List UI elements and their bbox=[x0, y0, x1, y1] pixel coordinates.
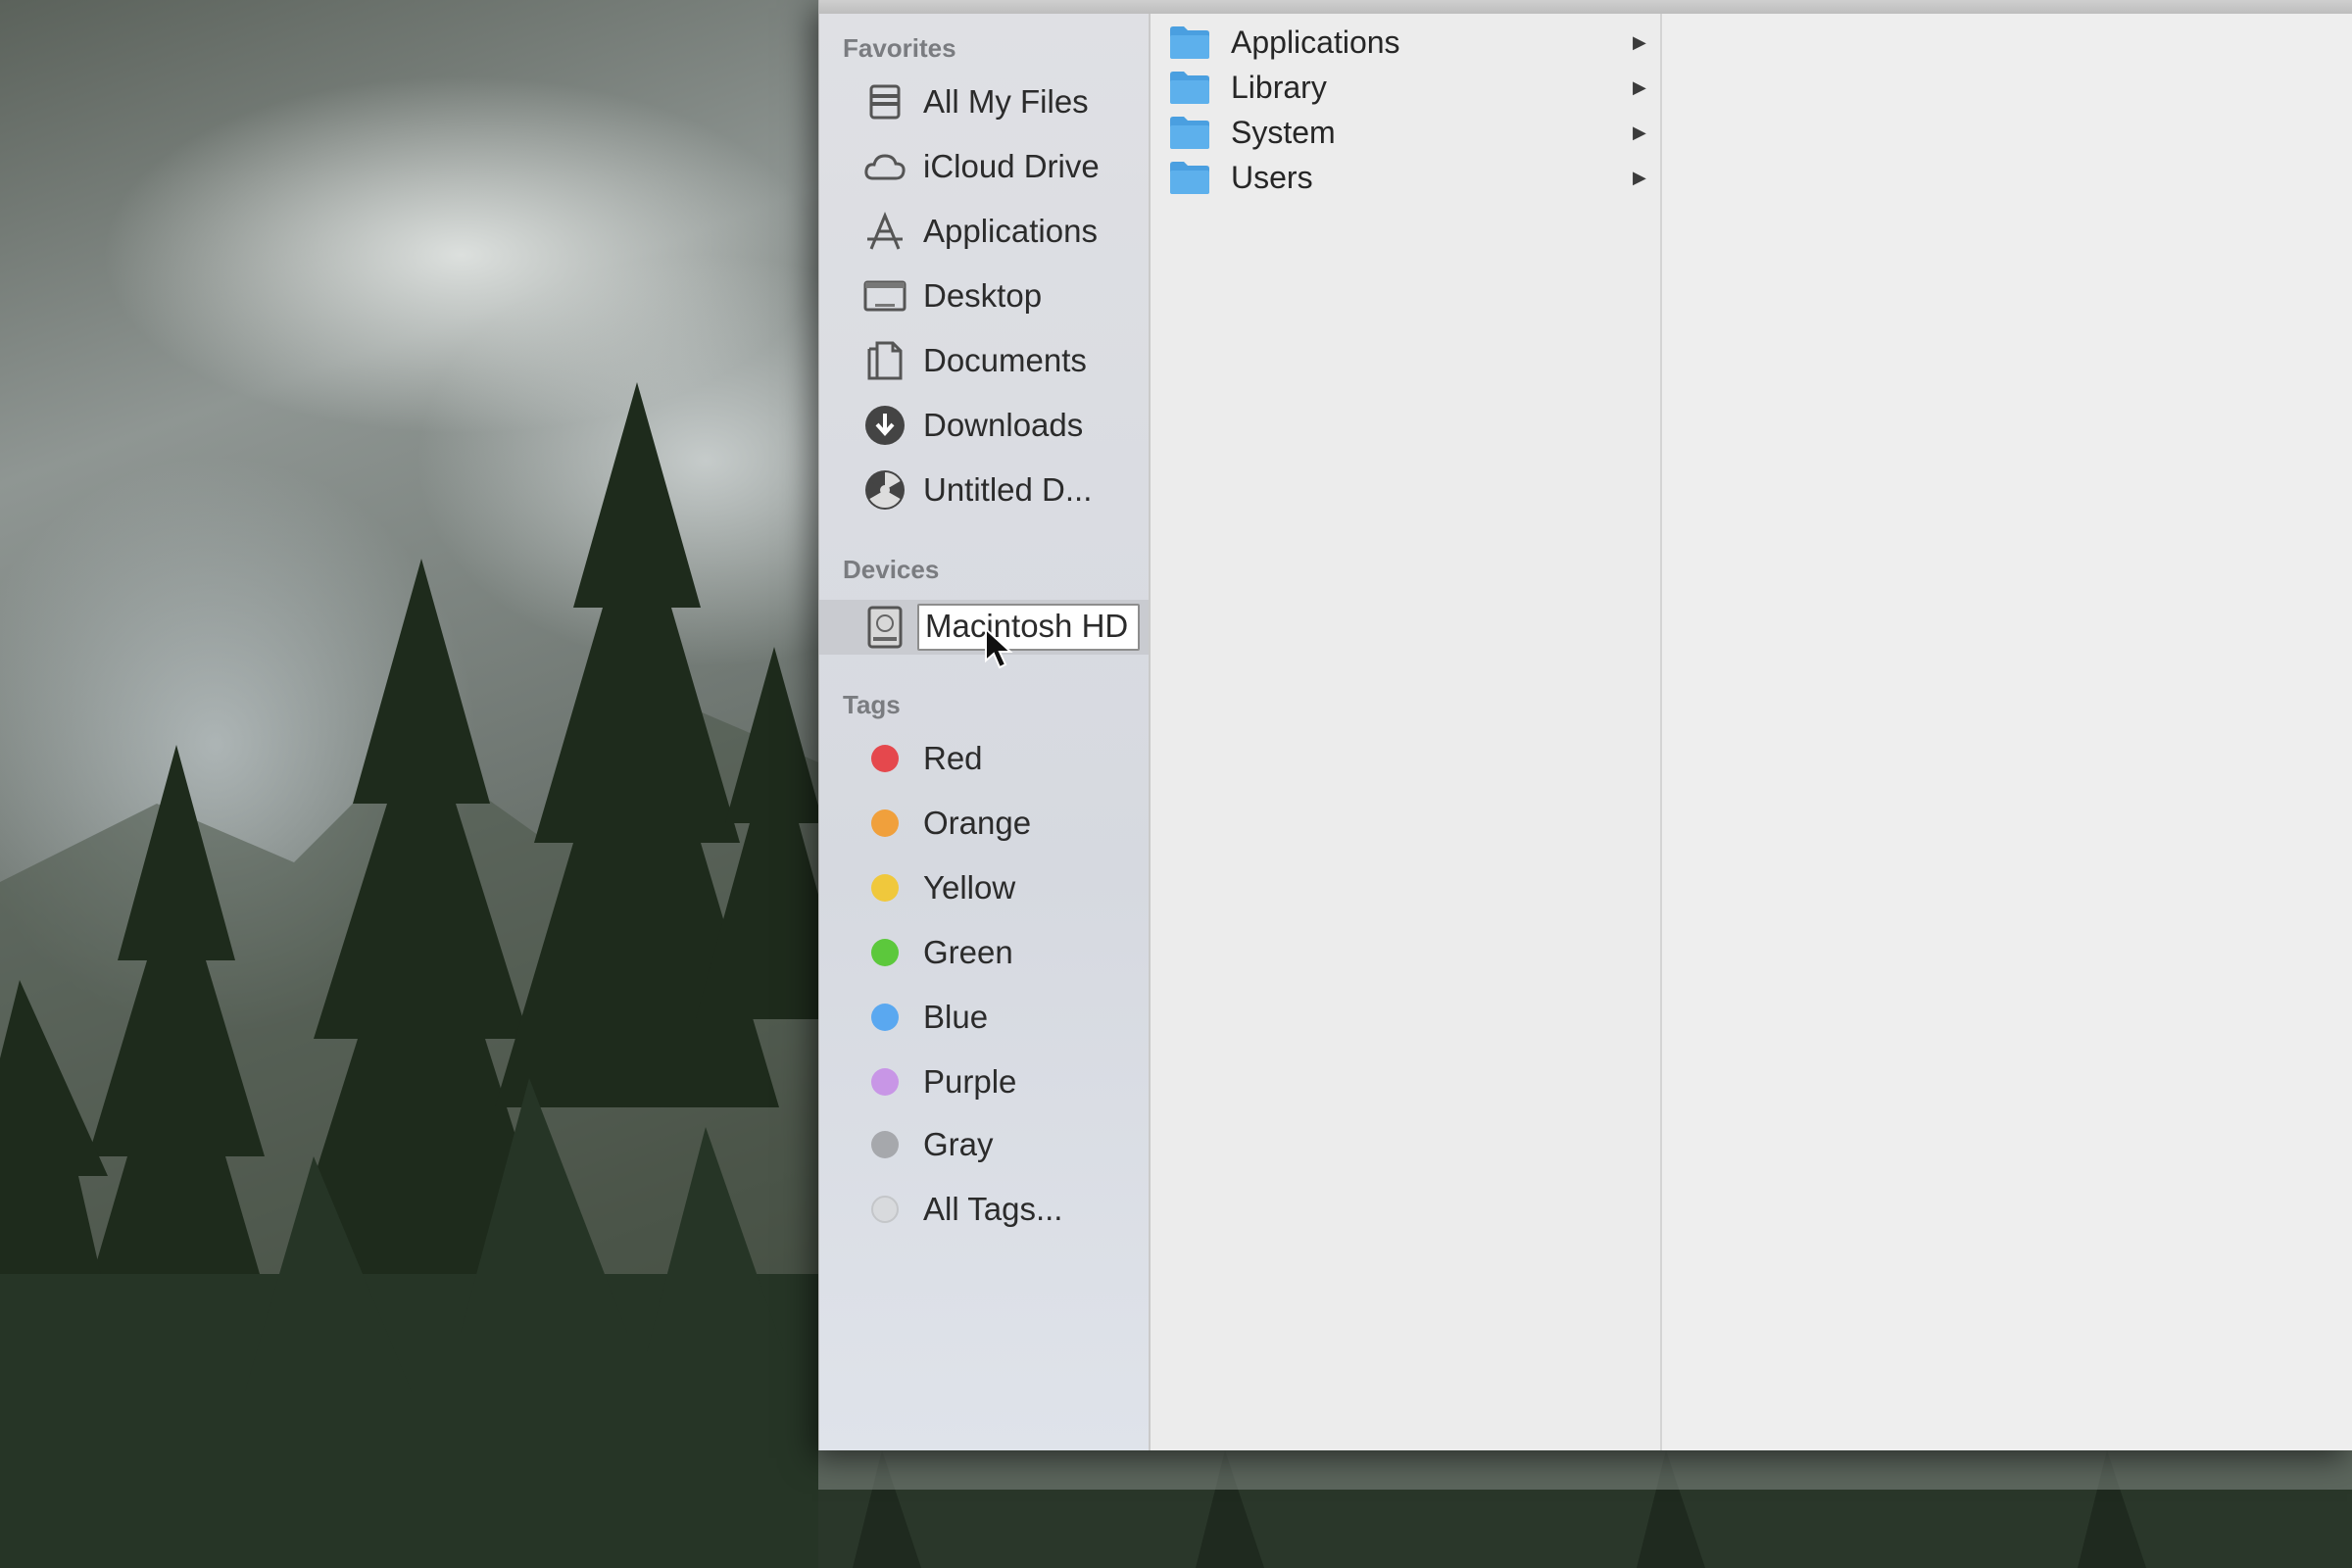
chevron-right-icon: ▶ bbox=[1633, 122, 1646, 142]
sidebar-item-tag-purple[interactable]: Purple bbox=[819, 1054, 1149, 1109]
chevron-right-icon: ▶ bbox=[1633, 167, 1646, 187]
sidebar-item-desktop[interactable]: Desktop bbox=[819, 269, 1149, 323]
sidebar-item-label: Untitled D... bbox=[923, 471, 1093, 508]
finder-window: Favorites All My Files iCloud Drive Appl… bbox=[818, 0, 2352, 1450]
tag-blue-dot-icon bbox=[871, 1004, 899, 1031]
sidebar-item-label: Downloads bbox=[923, 407, 1084, 443]
sidebar-item-label: Red bbox=[923, 740, 983, 776]
sidebar-item-tag-blue[interactable]: Blue bbox=[819, 990, 1149, 1045]
disk-image-icon bbox=[862, 467, 907, 513]
sidebar-item-label[interactable]: Macintosh HD bbox=[917, 604, 1141, 651]
sidebar-item-label: Yellow bbox=[923, 869, 1016, 906]
column-empty[interactable] bbox=[1662, 14, 2352, 1450]
hard-drive-icon bbox=[862, 605, 907, 650]
sidebar-item-label: All Tags... bbox=[923, 1191, 1063, 1227]
item-name: Users bbox=[1231, 159, 1313, 195]
tag-gray-dot-icon bbox=[871, 1131, 899, 1158]
sidebar-item-tag-orange[interactable]: Orange bbox=[819, 796, 1149, 851]
sidebar-item-tag-red[interactable]: Red bbox=[819, 731, 1149, 786]
item-name: Applications bbox=[1231, 24, 1400, 60]
tag-yellow-dot-icon bbox=[871, 874, 899, 902]
sidebar-item-documents[interactable]: Documents bbox=[819, 333, 1149, 388]
tag-purple-dot-icon bbox=[871, 1068, 899, 1096]
sidebar-item-label: Blue bbox=[923, 999, 989, 1035]
favorites-header: Favorites bbox=[843, 33, 956, 63]
sidebar-item-label: Orange bbox=[923, 805, 1032, 841]
sidebar-item-downloads[interactable]: Downloads bbox=[819, 398, 1149, 453]
sidebar-item-label: Gray bbox=[923, 1126, 994, 1162]
list-item[interactable]: Users ▶ bbox=[1151, 155, 1660, 200]
window-titlebar[interactable] bbox=[819, 0, 2352, 15]
sidebar-item-all-tags[interactable]: All Tags... bbox=[819, 1182, 1149, 1237]
sidebar: Favorites All My Files iCloud Drive Appl… bbox=[819, 14, 1151, 1450]
mouse-pointer-icon bbox=[984, 626, 1013, 675]
sidebar-item-applications[interactable]: Applications bbox=[819, 204, 1149, 259]
folder-icon bbox=[1168, 24, 1211, 66]
sidebar-item-all-my-files[interactable]: All My Files bbox=[819, 74, 1149, 129]
all-my-files-icon bbox=[862, 79, 907, 124]
column-root: Applications ▶ Library ▶ System ▶ Users … bbox=[1151, 14, 1662, 1450]
chevron-right-icon: ▶ bbox=[1633, 31, 1646, 52]
sidebar-item-label: Desktop bbox=[923, 277, 1043, 314]
sidebar-item-label: All My Files bbox=[923, 83, 1089, 120]
sidebar-item-label: Applications bbox=[923, 213, 1098, 249]
documents-icon bbox=[862, 338, 907, 383]
sidebar-item-label: Documents bbox=[923, 342, 1087, 378]
tag-orange-dot-icon bbox=[871, 809, 899, 837]
sidebar-item-tag-green[interactable]: Green bbox=[819, 925, 1149, 980]
list-item[interactable]: System ▶ bbox=[1151, 110, 1660, 155]
sidebar-item-icloud-drive[interactable]: iCloud Drive bbox=[819, 139, 1149, 194]
sidebar-item-label: Green bbox=[923, 934, 1013, 970]
sidebar-item-label: iCloud Drive bbox=[923, 148, 1100, 184]
sidebar-item-tag-gray[interactable]: Gray bbox=[819, 1117, 1149, 1172]
chevron-right-icon: ▶ bbox=[1633, 76, 1646, 97]
tag-green-dot-icon bbox=[871, 939, 899, 966]
all-tags-dot-icon bbox=[871, 1196, 899, 1223]
item-name: System bbox=[1231, 114, 1336, 150]
sidebar-item-untitled-disk[interactable]: Untitled D... bbox=[819, 463, 1149, 517]
folder-icon bbox=[1168, 69, 1211, 111]
item-name: Library bbox=[1231, 69, 1327, 105]
sidebar-item-tag-yellow[interactable]: Yellow bbox=[819, 860, 1149, 915]
downloads-icon bbox=[862, 403, 907, 448]
list-item[interactable]: Applications ▶ bbox=[1151, 20, 1660, 65]
list-item[interactable]: Library ▶ bbox=[1151, 65, 1660, 110]
sidebar-item-label: Purple bbox=[923, 1063, 1017, 1100]
folder-icon bbox=[1168, 159, 1211, 201]
tags-header: Tags bbox=[843, 690, 901, 719]
tag-red-dot-icon bbox=[871, 745, 899, 772]
applications-icon bbox=[862, 209, 907, 254]
devices-header: Devices bbox=[843, 555, 940, 584]
desktop-icon bbox=[862, 273, 907, 318]
folder-icon bbox=[1168, 114, 1211, 156]
cloud-icon bbox=[862, 144, 907, 189]
